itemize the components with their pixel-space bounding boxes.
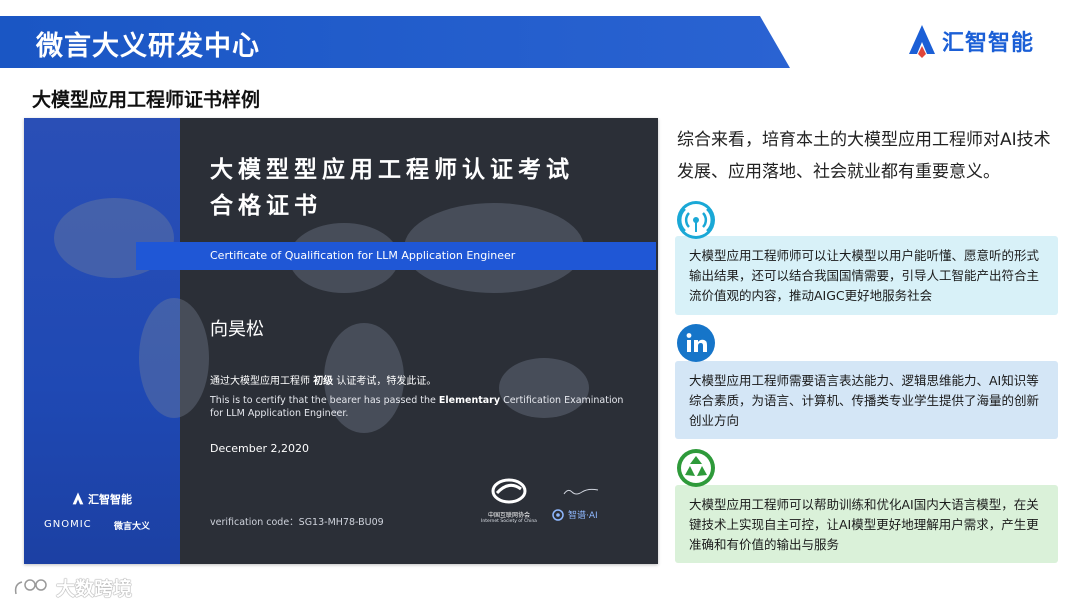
certificate-statement-en: This is to certify that the bearer has p… — [210, 394, 630, 420]
linkedin-icon — [677, 324, 715, 362]
info-card-2: 大模型应用工程师需要语言表达能力、逻辑思维能力、AI知识等综合素质，为语言、计算… — [675, 361, 1058, 439]
isc-seal: 中国互联网协会 Internet Society of China — [464, 478, 554, 524]
info-card-3: 大模型应用工程师可以帮助训练和优化AI国内大语言模型，在关键技术上实现自主可控，… — [675, 485, 1058, 563]
recycle-icon — [677, 449, 715, 487]
info-card-3-text: 大模型应用工程师可以帮助训练和优化AI国内大语言模型，在关键技术上实现自主可控，… — [689, 497, 1039, 552]
certificate-title-en: Certificate of Qualification for LLM App… — [210, 249, 516, 262]
rocket-logo-icon — [909, 25, 935, 58]
statement-en-level: Elementary — [438, 395, 501, 406]
wifi-signal-icon — [677, 201, 715, 239]
side-brand-gnomic: GNOMIC — [44, 519, 92, 530]
certificate-title-cn: 大模型型应用工程师认证考试 — [210, 157, 574, 183]
statement-en-pre: This is to certify that the bearer has p… — [210, 395, 436, 406]
side-brand-logo: 汇智智能 — [72, 491, 132, 507]
isc-logo-icon — [491, 478, 527, 504]
watermark: 大数跨境 — [12, 574, 132, 601]
certificate-holder-name: 向昊松 — [210, 319, 264, 340]
statement-cn-level: 初级 — [313, 376, 334, 387]
certificate-title-cn-line2: 合格证书 — [210, 193, 322, 219]
side-brand-logo-text: 汇智智能 — [88, 493, 132, 506]
info-card-1: 大模型应用工程师师可以让大模型以用户能听懂、愿意听的形式输出结果，还可以结合我国… — [675, 236, 1058, 315]
certificate-date: December 2,2020 — [210, 442, 310, 455]
info-card-1-text: 大模型应用工程师师可以让大模型以用户能听懂、愿意听的形式输出结果，还可以结合我国… — [689, 248, 1040, 303]
section-subtitle: 大模型应用工程师证书样例 — [32, 89, 261, 111]
brand-logo: 汇智智能 — [908, 24, 1034, 58]
partner-seal: 智谱·AI — [552, 508, 598, 521]
statement-cn-post: 认证考试，特发此证。 — [336, 376, 437, 387]
isc-seal-cn: 中国互联网协会 — [487, 512, 530, 519]
partner-seal-text: 智谱·AI — [568, 511, 598, 521]
certificate-verification-code: verification code：SG13-MH78-BU09 — [210, 517, 384, 528]
watermark-text: 大数跨境 — [56, 578, 133, 600]
rocket-logo-small-icon — [72, 492, 84, 505]
watermark-logo-icon — [14, 578, 47, 594]
certificate-statement-cn: 通过大模型应用工程师 初级 认证考试，特发此证。 — [210, 372, 436, 387]
statement-cn-pre: 通过大模型应用工程师 — [210, 376, 310, 387]
partner-logo-icon — [552, 508, 564, 521]
signature-icon — [563, 488, 599, 495]
side-brand-weiyan: 微言大义 — [114, 522, 151, 532]
certificate-image: 大模型型应用工程师认证考试 合格证书 Certificate of Qualif… — [24, 118, 658, 564]
isc-seal-en: Internet Society of China — [481, 519, 537, 524]
brand-logo-text: 汇智智能 — [942, 31, 1035, 56]
summary-text: 综合来看，培育本土的大模型应用工程师对AI技术发展、应用落地、社会就业都有重要意… — [677, 130, 1051, 182]
info-card-2-text: 大模型应用工程师需要语言表达能力、逻辑思维能力、AI知识等综合素质，为语言、计算… — [689, 373, 1040, 428]
page-header-title: 微言大义研发中心 — [36, 31, 260, 62]
